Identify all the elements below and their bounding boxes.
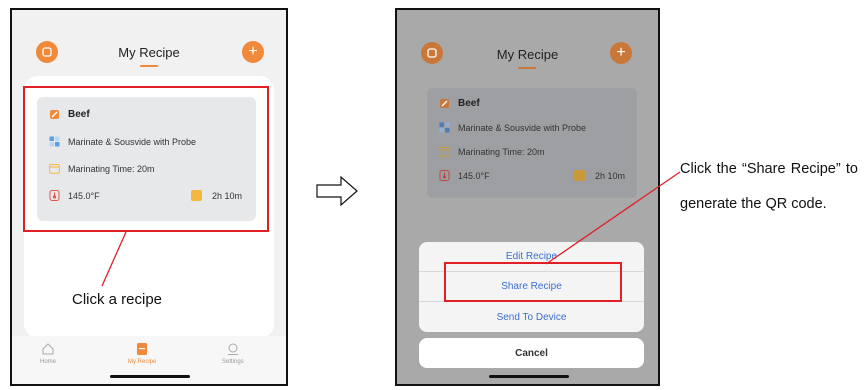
temperature-value: 145.0°F bbox=[458, 170, 490, 181]
page-title: My Recipe bbox=[118, 44, 180, 67]
temperature-row: 145.0°F bbox=[439, 170, 490, 181]
title-underline bbox=[518, 66, 537, 69]
annotation-text: Click a recipe bbox=[72, 291, 163, 308]
annotation-line bbox=[101, 231, 127, 287]
mode-icon bbox=[439, 122, 450, 133]
switch-icon[interactable] bbox=[36, 41, 58, 63]
tab-settings-label: Settings bbox=[222, 359, 244, 365]
title-underline bbox=[139, 64, 158, 67]
plus-icon[interactable]: + bbox=[610, 42, 632, 64]
tab-home-label: Home bbox=[40, 359, 57, 365]
tab-my-recipe[interactable]: My Recipe bbox=[128, 342, 156, 365]
arrow-right-icon bbox=[316, 176, 358, 206]
tab-my-recipe-label: My Recipe bbox=[128, 359, 157, 365]
page-title-text: My Recipe bbox=[118, 44, 180, 60]
settings-icon bbox=[227, 343, 238, 355]
plus-icon[interactable]: + bbox=[242, 41, 264, 63]
home-icon bbox=[42, 343, 54, 355]
cancel-button[interactable]: Cancel bbox=[419, 338, 644, 368]
annotation-line-share bbox=[545, 171, 681, 265]
recipe-name-row: Beef bbox=[439, 98, 480, 109]
thermometer-icon bbox=[439, 170, 450, 181]
switch-icon[interactable] bbox=[421, 42, 443, 64]
top-bar: My Recipe + bbox=[397, 34, 658, 74]
tab-settings[interactable]: Settings bbox=[222, 342, 244, 365]
page-title-text: My Recipe bbox=[496, 46, 559, 62]
send-to-device-button[interactable]: Send To Device bbox=[419, 302, 644, 332]
recipe-name: Beef bbox=[458, 98, 480, 109]
highlight-box-share bbox=[444, 262, 622, 302]
highlight-box-recipe bbox=[23, 86, 269, 232]
recipe-mode: Marinate & Sousvide with Probe bbox=[458, 122, 587, 133]
calendar-icon bbox=[439, 146, 450, 157]
marinating-row: Marinating Time: 20m bbox=[439, 146, 545, 157]
top-bar: My Recipe + bbox=[12, 32, 286, 72]
left-phone-screenshot: My Recipe + Beef Marinate & Sousvide wit… bbox=[10, 8, 288, 386]
recipe-mode-row: Marinate & Sousvide with Probe bbox=[439, 122, 586, 133]
recipe-icon bbox=[137, 343, 148, 355]
tab-home[interactable]: Home bbox=[40, 342, 56, 365]
home-indicator bbox=[489, 375, 569, 378]
marinating-time: Marinating Time: 20m bbox=[458, 146, 545, 157]
home-indicator bbox=[110, 375, 190, 378]
instruction-text: Click the “Share Recipe” to generate the… bbox=[680, 161, 858, 212]
page-title: My Recipe bbox=[496, 46, 559, 69]
edit-icon bbox=[439, 98, 450, 109]
